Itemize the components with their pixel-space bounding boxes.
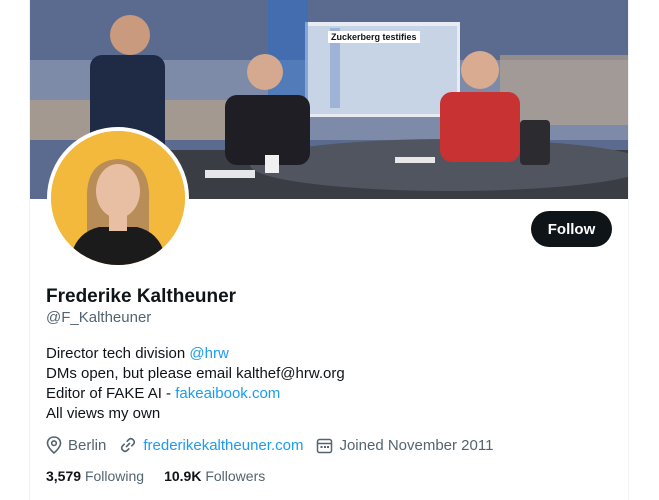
bio-line-4: All views my own: [46, 405, 161, 422]
link-icon: [121, 437, 136, 453]
profile-stats: 3,579 Following 10.9K Followers: [46, 468, 285, 484]
website-item: frederikekaltheuner.com: [119, 436, 303, 454]
bio-line-2: DMs open, but please email kalthef@hrw.o…: [46, 365, 345, 382]
following-count: 3,579: [46, 468, 82, 484]
location-pin-icon: [46, 436, 62, 454]
profile-meta: Berlin frederikekaltheuner.com Joined No…: [46, 436, 506, 454]
profile-handle: @F_Kaltheuner: [46, 309, 152, 326]
location-text: Berlin: [68, 436, 107, 454]
joined-text: Joined November 2011: [339, 436, 494, 454]
profile-bio: Director tech division @hrw DMs open, bu…: [46, 344, 345, 424]
profile-name: Frederike Kaltheuner: [46, 286, 237, 307]
website-link[interactable]: frederikekaltheuner.com: [143, 437, 303, 454]
bio-line-1-text: Director tech division: [46, 345, 190, 362]
banner-screen-caption: Zuckerberg testifies: [328, 31, 420, 43]
calendar-icon: [317, 438, 333, 453]
following-label: Following: [84, 468, 145, 484]
avatar-image: [51, 131, 185, 265]
followers-stat[interactable]: 10.9K Followers: [164, 468, 265, 484]
avatar[interactable]: [47, 127, 189, 269]
bio-website-link[interactable]: fakeaibook.com: [175, 385, 280, 402]
following-stat[interactable]: 3,579 Following: [46, 468, 144, 484]
bio-mention-link[interactable]: @hrw: [189, 345, 228, 362]
followers-label: Followers: [205, 468, 266, 484]
joined-item: Joined November 2011: [316, 437, 493, 454]
bio-line-3: Editor of FAKE AI - fakeaibook.com: [46, 384, 345, 404]
follow-button[interactable]: Follow: [531, 211, 612, 247]
followers-count: 10.9K: [164, 468, 202, 484]
location-item: Berlin: [46, 436, 106, 454]
bio-line-1: Director tech division @hrw: [46, 344, 345, 364]
bio-line-3-text: Editor of FAKE AI -: [46, 385, 176, 402]
profile-column: Zuckerberg testifies Follow Frederike Ka…: [29, 0, 629, 500]
